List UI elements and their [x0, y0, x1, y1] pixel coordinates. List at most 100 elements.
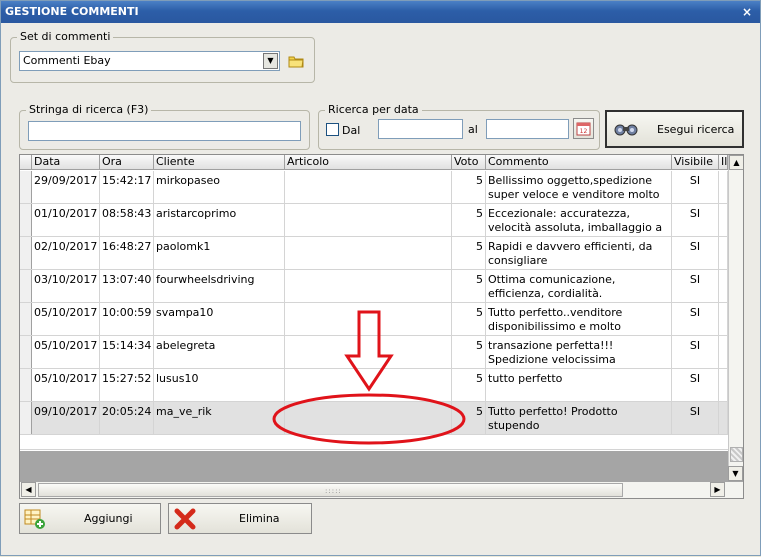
table-row[interactable]: 03/10/2017 13:07:40 fourwheelsdriving 5 Otti… [20, 270, 728, 303]
row-indicator[interactable] [20, 270, 32, 302]
cell-articolo[interactable] [285, 204, 452, 236]
cell-articolo[interactable] [285, 237, 452, 269]
header-articolo[interactable]: Articolo [285, 155, 452, 170]
cell-ora[interactable]: 20:05:24 [100, 402, 154, 434]
add-button[interactable]: Aggiungi [19, 503, 161, 534]
cell-articolo[interactable] [285, 369, 452, 401]
cell-voto[interactable]: 5 [452, 237, 486, 269]
cell-articolo[interactable] [285, 402, 452, 434]
cell-commento[interactable]: Rapidi e davvero efficienti, da consigli… [486, 237, 672, 269]
cell-articolo[interactable] [285, 270, 452, 302]
cell-data[interactable]: 09/10/2017 [32, 402, 100, 434]
table-row[interactable]: 01/10/2017 08:58:43 aristarcoprimo 5 Eccezio… [20, 204, 728, 237]
search-input[interactable] [28, 121, 301, 141]
cell-visibile[interactable]: SI [672, 369, 719, 401]
table-row[interactable]: 09/10/2017 20:05:24 ma_ve_rik 5 Tutto perfet… [20, 402, 728, 435]
cell-visibile[interactable]: SI [672, 237, 719, 269]
cell-voto[interactable]: 5 [452, 369, 486, 401]
header-il[interactable]: Il [719, 155, 728, 170]
cell-data[interactable]: 03/10/2017 [32, 270, 100, 302]
header-visibile[interactable]: Visibile [672, 155, 719, 170]
empty-table-row[interactable] [20, 435, 728, 450]
cell-il[interactable] [719, 369, 728, 401]
cell-il[interactable] [719, 402, 728, 434]
cell-voto[interactable]: 5 [452, 270, 486, 302]
header-data[interactable]: Data [32, 155, 100, 170]
row-indicator[interactable] [20, 402, 32, 434]
cell-visibile[interactable]: SI [672, 171, 719, 203]
scroll-left-icon[interactable]: ◀ [21, 482, 36, 497]
cell-visibile[interactable]: SI [672, 303, 719, 335]
cell-cliente[interactable]: aristarcoprimo [154, 204, 285, 236]
cell-articolo[interactable] [285, 336, 452, 368]
cell-ora[interactable]: 13:07:40 [100, 270, 154, 302]
execute-search-button[interactable]: Esegui ricerca [605, 110, 744, 148]
cell-data[interactable]: 05/10/2017 [32, 303, 100, 335]
row-indicator[interactable] [20, 237, 32, 269]
cell-voto[interactable]: 5 [452, 303, 486, 335]
chevron-down-icon[interactable]: ▼ [263, 53, 278, 69]
header-commento[interactable]: Commento [486, 155, 672, 170]
cell-il[interactable] [719, 270, 728, 302]
cell-voto[interactable]: 5 [452, 204, 486, 236]
table-row[interactable]: 05/10/2017 15:27:52 lusus10 5 tutto perfetto… [20, 369, 728, 402]
cell-articolo[interactable] [285, 171, 452, 203]
cell-cliente[interactable]: paolomk1 [154, 237, 285, 269]
cell-ora[interactable]: 08:58:43 [100, 204, 154, 236]
header-cliente[interactable]: Cliente [154, 155, 285, 170]
cell-ora[interactable]: 15:42:17 [100, 171, 154, 203]
row-indicator[interactable] [20, 369, 32, 401]
cell-voto[interactable]: 5 [452, 402, 486, 434]
cell-visibile[interactable]: SI [672, 204, 719, 236]
cell-commento[interactable]: Tutto perfetto..venditore disponibilissi… [486, 303, 672, 335]
dal-checkbox[interactable] [326, 123, 339, 136]
cell-commento[interactable]: tutto perfetto [486, 369, 672, 401]
cell-cliente[interactable]: mirkopaseo [154, 171, 285, 203]
cell-ora[interactable]: 15:27:52 [100, 369, 154, 401]
header-voto[interactable]: Voto [452, 155, 486, 170]
cell-ora[interactable]: 10:00:59 [100, 303, 154, 335]
date-to-input[interactable] [486, 119, 569, 139]
vertical-scrollbar[interactable]: ▲ [728, 155, 743, 468]
cell-cliente[interactable]: ma_ve_rik [154, 402, 285, 434]
table-row[interactable]: 05/10/2017 15:14:34 abelegreta 5 transazione… [20, 336, 728, 369]
cell-data[interactable]: 05/10/2017 [32, 336, 100, 368]
cell-voto[interactable]: 5 [452, 336, 486, 368]
row-indicator[interactable] [20, 171, 32, 203]
row-indicator[interactable] [20, 204, 32, 236]
horizontal-scrollbar[interactable]: ◀ ::::: ▶ [20, 482, 743, 498]
cell-ora[interactable]: 16:48:27 [100, 237, 154, 269]
cell-ora[interactable]: 15:14:34 [100, 336, 154, 368]
cell-cliente[interactable]: abelegreta [154, 336, 285, 368]
horizontal-scroll-thumb[interactable]: ::::: [38, 483, 623, 497]
cell-visibile[interactable]: SI [672, 336, 719, 368]
cell-commento[interactable]: Tutto perfetto! Prodotto stupendo [486, 402, 672, 434]
cell-data[interactable]: 05/10/2017 [32, 369, 100, 401]
header-ora[interactable]: Ora [100, 155, 154, 170]
cell-data[interactable]: 29/09/2017 [32, 171, 100, 203]
calendar-button[interactable]: 12 [573, 118, 594, 139]
cell-il[interactable] [719, 336, 728, 368]
table-row[interactable]: 02/10/2017 16:48:27 paolomk1 5 Rapidi e davv… [20, 237, 728, 270]
cell-il[interactable] [719, 204, 728, 236]
cell-commento[interactable]: Bellissimo oggetto,spedizione super velo… [486, 171, 672, 203]
cell-il[interactable] [719, 237, 728, 269]
vertical-scroll-thumb[interactable] [730, 447, 743, 462]
scroll-down-icon[interactable]: ▼ [728, 466, 743, 481]
cell-cliente[interactable]: svampa10 [154, 303, 285, 335]
cell-articolo[interactable] [285, 303, 452, 335]
set-commenti-select[interactable]: Commenti Ebay ▼ [19, 51, 280, 71]
cell-data[interactable]: 01/10/2017 [32, 204, 100, 236]
row-indicator[interactable] [20, 336, 32, 368]
table-row[interactable]: 05/10/2017 10:00:59 svampa10 5 Tutto perfett… [20, 303, 728, 336]
row-indicator[interactable] [20, 303, 32, 335]
cell-il[interactable] [719, 171, 728, 203]
date-from-input[interactable] [378, 119, 463, 139]
open-folder-button[interactable] [286, 51, 306, 71]
cell-commento[interactable]: Eccezionale: accuratezza, velocità assol… [486, 204, 672, 236]
table-row[interactable]: 29/09/2017 15:42:17 mirkopaseo 5 Bellissimo … [20, 171, 728, 204]
cell-commento[interactable]: transazione perfetta!!! Spedizione veloc… [486, 336, 672, 368]
cell-visibile[interactable]: SI [672, 402, 719, 434]
cell-voto[interactable]: 5 [452, 171, 486, 203]
delete-button[interactable]: Elimina [168, 503, 312, 534]
